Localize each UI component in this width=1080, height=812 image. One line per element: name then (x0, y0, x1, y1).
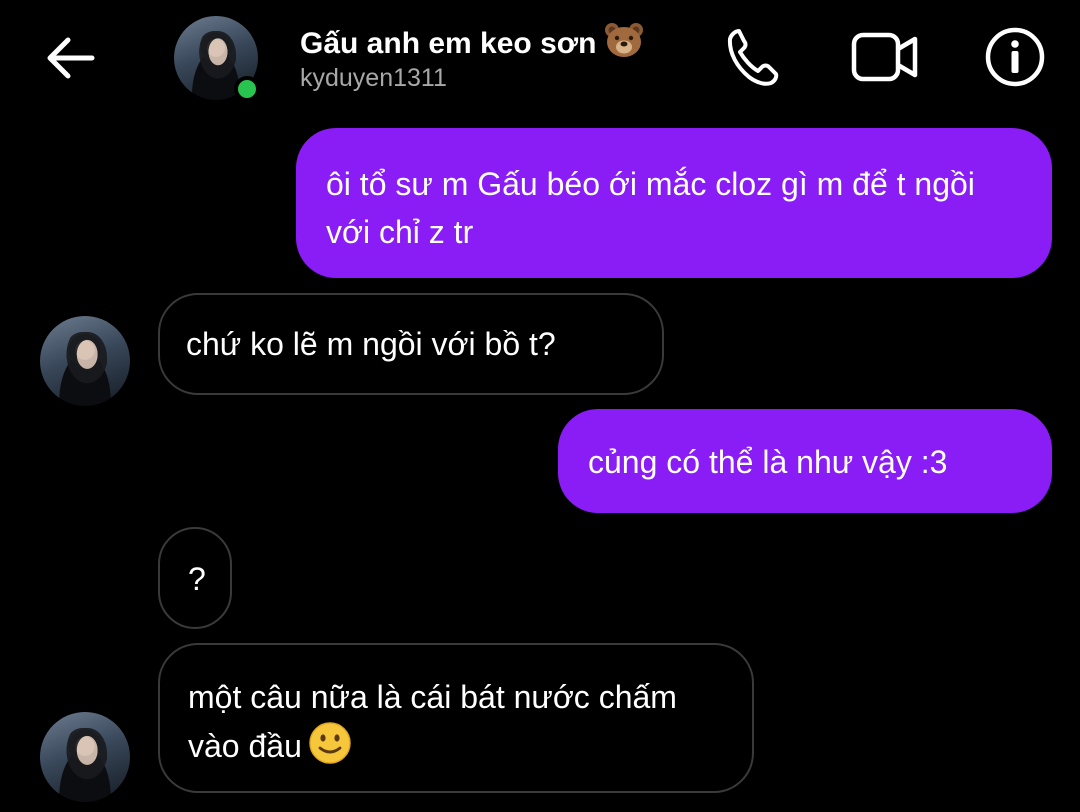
voice-call-button[interactable] (718, 22, 788, 92)
message-text: một câu nữa là cái bát nước chấm vào đầu (188, 679, 677, 764)
contact-name[interactable]: Gấu anh em keo sơn (300, 22, 644, 61)
sender-avatar[interactable] (40, 712, 130, 802)
sender-avatar[interactable] (40, 316, 130, 406)
phone-icon (727, 29, 779, 86)
incoming-message-bubble[interactable]: chứ ko lẽ m ngồi với bồ t? (158, 293, 664, 395)
slightly-smiling-face-icon (308, 721, 352, 765)
incoming-message-bubble[interactable]: ? (158, 527, 232, 629)
message-text: ôi tổ sư m Gấu béo ới mắc cloz gì m để t… (326, 166, 975, 250)
video-call-button[interactable] (850, 22, 920, 92)
chat-header: Gấu anh em keo sơn kyduyen1311 (0, 0, 1080, 115)
back-button[interactable] (40, 28, 100, 88)
contact-name-text: Gấu anh em keo sơn (300, 27, 597, 60)
info-icon (985, 27, 1045, 87)
message-text: củng có thể là như vậy :3 (588, 444, 948, 480)
contact-username: kyduyen1311 (300, 64, 447, 92)
message-text: chứ ko lẽ m ngồi với bồ t? (186, 326, 556, 362)
video-camera-icon (851, 32, 918, 82)
contact-avatar-button[interactable] (174, 16, 260, 102)
incoming-message-bubble[interactable]: một câu nữa là cái bát nước chấm vào đầu (158, 643, 754, 793)
outgoing-message-bubble[interactable]: ôi tổ sư m Gấu béo ới mắc cloz gì m để t… (296, 128, 1052, 278)
conversation-info-button[interactable] (980, 22, 1050, 92)
online-status-indicator (234, 76, 260, 102)
bear-face-icon (604, 22, 644, 58)
back-arrow-icon (47, 37, 95, 79)
message-text: ? (188, 561, 206, 597)
outgoing-message-bubble[interactable]: củng có thể là như vậy :3 (558, 409, 1052, 513)
